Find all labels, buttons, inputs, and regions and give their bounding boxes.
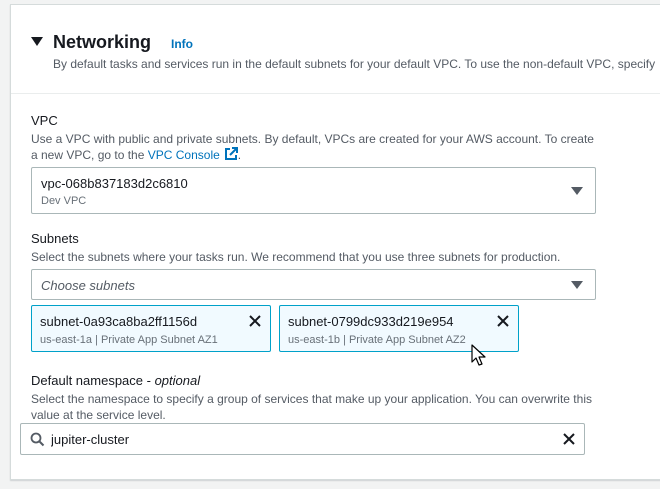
namespace-input[interactable] (51, 429, 531, 449)
chevron-down-icon (571, 187, 583, 195)
subnet-token: subnet-0a93ca8ba2ff1156d us-east-1a | Pr… (31, 305, 271, 352)
vpc-hint: Use a VPC with public and private subnet… (31, 132, 594, 162)
vpc-console-link[interactable]: VPC Console (148, 148, 220, 162)
caret-down-icon[interactable] (31, 37, 43, 46)
subnet-token-description: us-east-1a | Private App Subnet AZ1 (40, 334, 218, 346)
close-icon[interactable] (562, 432, 576, 446)
external-link-icon[interactable] (224, 147, 238, 161)
vpc-select[interactable]: vpc-068b837183d2c6810 Dev VPC (31, 167, 596, 214)
subnet-token-name: subnet-0a93ca8ba2ff1156d (40, 314, 198, 329)
section-description: By default tasks and services run in the… (53, 57, 656, 71)
vpc-selected-value: vpc-068b837183d2c6810 (41, 176, 188, 191)
subnets-label: Subnets (31, 231, 79, 246)
vpc-label: VPC (31, 113, 58, 128)
namespace-hint: Select the namespace to specify a group … (31, 392, 592, 422)
info-link[interactable]: Info (171, 37, 193, 51)
chevron-down-icon (571, 281, 583, 289)
networking-header[interactable]: Networking Info By default tasks and ser… (11, 5, 660, 94)
mouse-pointer-icon (471, 344, 486, 366)
close-icon[interactable] (248, 314, 262, 328)
namespace-label: Default namespace - optional (31, 373, 201, 388)
vpc-selected-description: Dev VPC (41, 195, 87, 207)
subnets-select[interactable]: Choose subnets (31, 269, 596, 300)
subnets-placeholder: Choose subnets (41, 278, 135, 293)
optional-tag: optional (154, 373, 201, 388)
namespace-search (20, 423, 585, 455)
subnets-hint: Select the subnets where your tasks run.… (31, 250, 561, 264)
subnet-token-name: subnet-0799dc933d219e954 (288, 314, 454, 329)
search-icon (30, 432, 45, 447)
section-title: Networking (53, 32, 152, 52)
subnet-token-description: us-east-1b | Private App Subnet AZ2 (288, 334, 466, 346)
close-icon[interactable] (496, 314, 510, 328)
